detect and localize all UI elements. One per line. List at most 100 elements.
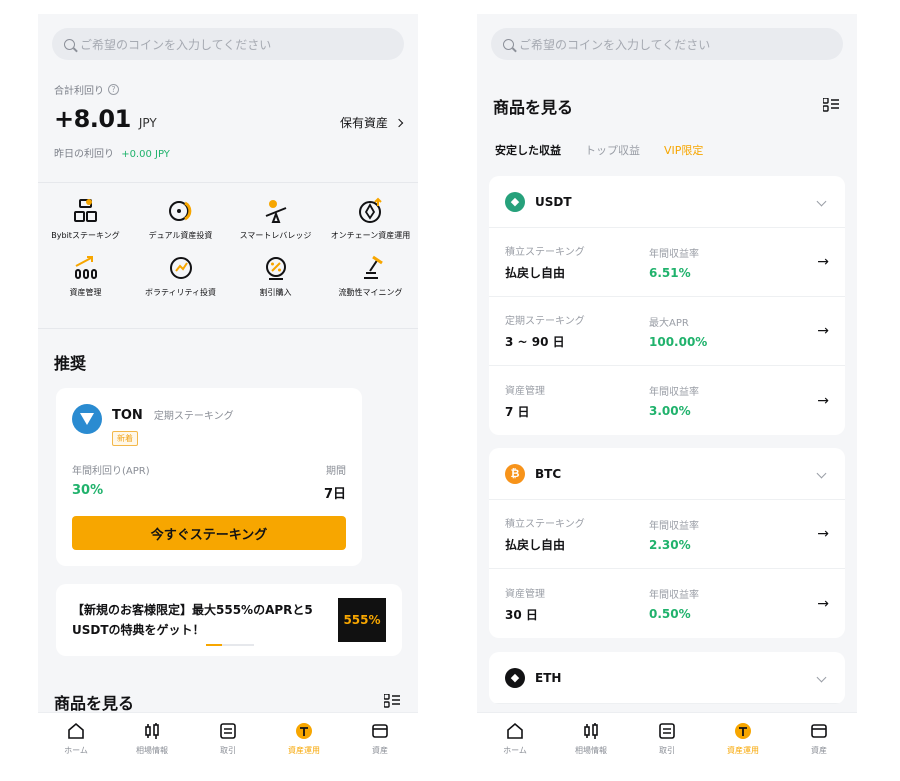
holdings-link-label: 保有資産 xyxy=(339,116,388,130)
trade-icon xyxy=(659,723,675,739)
bottom-nav: ホーム 相場情報 取引 資産運用 資産 xyxy=(38,712,418,770)
product-row[interactable]: 資産管理 30 日 年間収益率 0.50% → xyxy=(489,569,845,638)
feature-onchain-earn[interactable]: オンチェーン資産運用 xyxy=(323,196,418,241)
search-placeholder: ご希望のコインを入力してください xyxy=(519,37,711,52)
filter-tabs: 安定した収益 トップ収益 VIP限定 xyxy=(495,142,703,158)
nav-label: 資産 xyxy=(811,746,827,755)
rate-value: 0.50% xyxy=(649,607,691,621)
nav-market[interactable]: 相場情報 xyxy=(561,721,621,770)
nav-earn[interactable]: 資産運用 xyxy=(274,721,334,770)
feature-label: オンチェーン資産運用 xyxy=(330,231,411,240)
bybit-staking-icon xyxy=(73,199,97,222)
product-type: 資産管理 xyxy=(505,385,545,397)
nav-trade[interactable]: 取引 xyxy=(198,721,258,770)
coin-name: BTC xyxy=(535,466,562,481)
search-placeholder: ご希望のコインを入力してください xyxy=(80,37,272,52)
coin-header[interactable]: ₿ BTC xyxy=(489,448,845,500)
nav-market[interactable]: 相場情報 xyxy=(122,721,182,770)
rate-label: 最大APR xyxy=(649,317,689,329)
feature-label: デュアル資産投資 xyxy=(148,231,213,240)
rate-value: 6.51% xyxy=(649,265,691,280)
market-icon xyxy=(584,723,598,739)
stake-now-button[interactable]: 今すぐステーキング xyxy=(72,516,346,550)
nav-label: 資産運用 xyxy=(727,746,759,755)
nav-label: 資産運用 xyxy=(288,746,320,755)
filter-top-yield[interactable]: トップ収益 xyxy=(585,142,640,158)
coin-header[interactable]: ◆ ETH xyxy=(489,652,845,704)
promo-banner[interactable]: 【新規のお客様限定】最大555%のAPRと5 USDTの特典をゲット！ 555% xyxy=(56,584,402,656)
chevron-down-icon xyxy=(816,196,827,207)
list-view-icon[interactable] xyxy=(823,98,839,112)
onchain-earn-icon xyxy=(358,197,382,223)
nav-label: 取引 xyxy=(659,746,675,755)
nav-assets[interactable]: 資産 xyxy=(789,721,849,770)
rate-value: 3.00% xyxy=(649,404,691,418)
feature-dual-asset[interactable]: デュアル資産投資 xyxy=(133,196,228,241)
product-row[interactable]: 積立ステーキング 払戻し自由 年間収益率 2.30% → xyxy=(489,500,845,569)
divider xyxy=(38,328,418,329)
feature-label: Bybitステーキング xyxy=(51,231,120,240)
search-icon xyxy=(503,38,514,50)
info-icon[interactable]: ? xyxy=(108,84,119,95)
earn-overview-screen: ご希望のコインを入力してください 合計利回り ? +8.01 JPY 保有資産 … xyxy=(38,14,418,770)
feature-liquidity-mining[interactable]: 流動性マイニング xyxy=(323,253,418,298)
feature-discount-buy[interactable]: 割引購入 xyxy=(228,253,323,298)
nav-label: 取引 xyxy=(220,746,236,755)
nav-trade[interactable]: 取引 xyxy=(637,721,697,770)
nav-home[interactable]: ホーム xyxy=(46,721,106,770)
usdt-logo-icon: ◆ xyxy=(505,191,525,212)
feature-label: スマートレバレッジ xyxy=(239,231,312,240)
filter-stable-yield[interactable]: 安定した収益 xyxy=(495,142,561,158)
product-type: 定期ステーキング xyxy=(505,316,585,327)
carousel-indicator xyxy=(206,644,254,646)
nav-label: 相場情報 xyxy=(136,746,168,755)
arrow-right-icon: → xyxy=(817,254,829,270)
coin-header[interactable]: ◆ USDT xyxy=(489,176,845,228)
new-badge: 新着 xyxy=(112,431,138,446)
yesterday-yield-value: +0.00 JPY xyxy=(121,149,170,160)
ton-logo-icon xyxy=(72,404,102,434)
coin-search-input[interactable]: ご希望のコインを入力してください xyxy=(491,28,843,60)
earn-icon xyxy=(735,723,751,739)
coin-search-input[interactable]: ご希望のコインを入力してください xyxy=(52,28,404,60)
divider xyxy=(38,182,418,183)
recommend-card[interactable]: TON 定期ステーキング 新着 年間利回り(APR) 期間 30% 7日 今すぐ… xyxy=(56,388,362,566)
feature-smart-leverage[interactable]: スマートレバレッジ xyxy=(228,196,323,241)
coin-name: USDT xyxy=(535,194,572,209)
market-icon xyxy=(145,723,159,739)
rate-value: 100.00% xyxy=(649,334,708,349)
holdings-link[interactable]: 保有資産 xyxy=(339,114,404,131)
product-type: 資産管理 xyxy=(505,588,545,600)
coin-card-eth: ◆ ETH xyxy=(489,652,845,704)
rate-label: 年間収益率 xyxy=(649,248,699,260)
rate-label: 年間収益率 xyxy=(649,590,699,601)
wealth-management-icon xyxy=(74,256,97,279)
chevron-right-icon xyxy=(394,118,404,127)
product-row[interactable]: 資産管理 7 日 年間収益率 3.00% → xyxy=(489,366,845,435)
product-term: 3 ~ 90 日 xyxy=(505,335,565,349)
smart-leverage-icon xyxy=(265,200,286,223)
apr-value: 30% xyxy=(72,483,104,498)
total-yield-unit: JPY xyxy=(138,116,157,130)
nav-home[interactable]: ホーム xyxy=(485,721,545,770)
feature-bybit-staking[interactable]: Bybitステーキング xyxy=(38,196,133,241)
product-row[interactable]: 定期ステーキング 3 ~ 90 日 最大APR 100.00% → xyxy=(489,297,845,366)
nav-assets[interactable]: 資産 xyxy=(350,721,410,770)
arrow-right-icon: → xyxy=(817,323,829,339)
home-icon xyxy=(507,722,523,739)
product-row[interactable]: 積立ステーキング 払戻し自由 年間収益率 6.51% → xyxy=(489,228,845,297)
earnings-summary: 合計利回り ? +8.01 JPY 保有資産 昨日の利回り +0.00 JPY xyxy=(38,82,418,160)
yesterday-yield-label: 昨日の利回り xyxy=(54,149,114,160)
feature-volatility[interactable]: ボラティリティ投資 xyxy=(133,253,228,298)
products-title: 商品を見る xyxy=(493,98,574,117)
filter-vip[interactable]: VIP限定 xyxy=(664,142,703,158)
nav-earn[interactable]: 資産運用 xyxy=(713,721,773,770)
product-term: 7 日 xyxy=(505,404,530,419)
feature-wealth-management[interactable]: 資産管理 xyxy=(38,253,133,298)
product-type: 定期ステーキング xyxy=(153,411,234,422)
apr-label: 年間利回り(APR) xyxy=(72,466,150,477)
arrow-right-icon: → xyxy=(817,526,829,542)
coin-name: ETH xyxy=(535,670,562,685)
list-view-icon[interactable] xyxy=(384,694,400,708)
home-icon xyxy=(68,722,84,739)
